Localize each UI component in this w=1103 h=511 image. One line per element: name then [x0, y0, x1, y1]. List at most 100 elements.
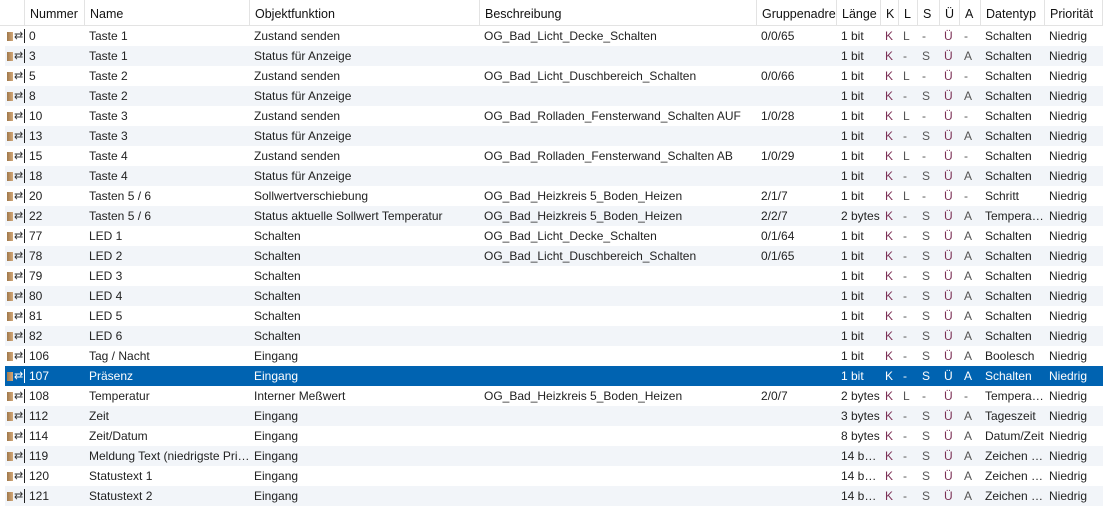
cell-beschreibung: [480, 166, 757, 186]
cell-datentyp: Schalten: [985, 329, 1032, 343]
table-row[interactable]: ⇄ 20 Tasten 5 / 6 Sollwertverschiebung OG_Ba…: [5, 186, 1103, 206]
cell-u: Ü: [944, 429, 953, 443]
cell-a: -: [964, 69, 968, 83]
table-row[interactable]: ⇄ 108 Temperatur Interner Meßwert OG_Bad_Hei…: [5, 386, 1103, 406]
column-header-icon[interactable]: [0, 0, 25, 25]
cell-objektfunktion: Schalten: [254, 249, 301, 263]
cell-s: S: [922, 489, 931, 503]
table-row[interactable]: ⇄ 80 LED 4 Schalten 1 bit K - S Ü A Schalten Niedri…: [5, 286, 1103, 306]
cell-datentyp: Zeichen (A...: [985, 489, 1045, 503]
column-header-k[interactable]: K: [881, 0, 899, 25]
group-object-icon: ⇄: [5, 146, 25, 166]
column-header-beschreibung[interactable]: Beschreibung: [480, 0, 757, 25]
cell-l: -: [903, 269, 907, 283]
cell-s: S: [922, 269, 931, 283]
table-row[interactable]: ⇄ 0 Taste 1 Zustand senden OG_Bad_Licht_Deck…: [5, 26, 1103, 46]
table-row[interactable]: ⇄ 112 Zeit Eingang 3 bytes K - S Ü A Tageszeit Nied…: [5, 406, 1103, 426]
cell-k: K: [885, 309, 894, 323]
cell-laenge: 1 bit: [841, 349, 864, 363]
table-row[interactable]: ⇄ 82 LED 6 Schalten 1 bit K - S Ü A Schalten Niedri…: [5, 326, 1103, 346]
cell-l: -: [903, 209, 907, 223]
cell-prioritaet: Niedrig: [1049, 429, 1088, 443]
cell-s: S: [922, 129, 931, 143]
table-row[interactable]: ⇄ 79 LED 3 Schalten 1 bit K - S Ü A Schalten Niedri…: [5, 266, 1103, 286]
cell-prioritaet: Niedrig: [1049, 449, 1088, 463]
cell-beschreibung: OG_Bad_Heizkreis 5_Boden_Heizen: [484, 189, 683, 203]
cell-s: -: [922, 109, 926, 123]
cell-objektfunktion: Schalten: [254, 289, 301, 303]
cell-gruppenadresse: [757, 366, 837, 386]
column-header-name[interactable]: Name: [85, 0, 250, 25]
cell-k: K: [885, 89, 894, 103]
column-header-prioritaet[interactable]: Priorität: [1045, 0, 1103, 25]
table-row[interactable]: ⇄ 81 LED 5 Schalten 1 bit K - S Ü A Schalten Niedri…: [5, 306, 1103, 326]
table-row[interactable]: ⇄ 8 Taste 2 Status für Anzeige 1 bit K - S Ü A Sch…: [5, 86, 1103, 106]
table-row[interactable]: ⇄ 5 Taste 2 Zustand senden OG_Bad_Licht_Dusc…: [5, 66, 1103, 86]
cell-datentyp: Tageszeit: [985, 409, 1036, 423]
table-row[interactable]: ⇄ 18 Taste 4 Status für Anzeige 1 bit K - S Ü A Sc…: [5, 166, 1103, 186]
table-row[interactable]: ⇄ 107 Präsenz Eingang 1 bit K - S Ü A Schalten Nied…: [5, 366, 1103, 386]
cell-k: K: [885, 169, 894, 183]
cell-beschreibung: [480, 366, 757, 386]
cell-l: -: [903, 309, 907, 323]
cell-gruppenadresse: [757, 166, 837, 186]
cell-datentyp: Schalten: [985, 129, 1032, 143]
column-header-l[interactable]: L: [899, 0, 918, 25]
table-row[interactable]: ⇄ 3 Taste 1 Status für Anzeige 1 bit K - S Ü A Sch…: [5, 46, 1103, 66]
cell-datentyp: Temperatu...: [985, 389, 1045, 403]
cell-laenge: 1 bit: [841, 109, 864, 123]
cell-beschreibung: [480, 266, 757, 286]
table-row[interactable]: ⇄ 78 LED 2 Schalten OG_Bad_Licht_Duschbereic…: [5, 246, 1103, 266]
cell-u: Ü: [944, 309, 953, 323]
cell-u: Ü: [944, 109, 953, 123]
cell-gruppenadresse: [757, 306, 837, 326]
table-row[interactable]: ⇄ 121 Statustext 2 Eingang 14 bytes K- SÜA Zeic…: [5, 486, 1103, 506]
cell-objektfunktion: Schalten: [254, 309, 301, 323]
cell-u: Ü: [944, 149, 953, 163]
cell-objektfunktion: Interner Meßwert: [254, 389, 346, 403]
table-row[interactable]: ⇄ 77 LED 1 Schalten OG_Bad_Licht_Decke_Schal…: [5, 226, 1103, 246]
column-header-a[interactable]: A: [960, 0, 981, 25]
cell-nummer: 82: [29, 329, 43, 343]
cell-objektfunktion: Eingang: [254, 489, 299, 503]
cell-l: -: [903, 489, 907, 503]
cell-u: Ü: [944, 169, 953, 183]
cell-nummer: 114: [29, 429, 49, 443]
column-header-s[interactable]: S: [918, 0, 940, 25]
table-row[interactable]: ⇄ 13 Taste 3 Status für Anzeige 1 bit K - S Ü A Sc…: [5, 126, 1103, 146]
cell-u: Ü: [944, 49, 953, 63]
table-header: Nummer Name Objektfunktion Beschreibung Grup…: [0, 0, 1103, 26]
column-header-objektfunktion[interactable]: Objektfunktion: [250, 0, 480, 25]
cell-laenge: 1 bit: [841, 169, 864, 183]
cell-k: K: [885, 269, 894, 283]
table-body: ⇄ 0 Taste 1 Zustand senden OG_Bad_Licht_Deck…: [0, 26, 1103, 506]
cell-k: K: [885, 429, 894, 443]
table-row[interactable]: ⇄ 10 Taste 3 Zustand senden OG_Bad_Rolladen_…: [5, 106, 1103, 126]
table-row[interactable]: ⇄ 15 Taste 4 Zustand senden OG_Bad_Rolladen_…: [5, 146, 1103, 166]
cell-beschreibung: OG_Bad_Heizkreis 5_Boden_Heizen: [484, 209, 683, 223]
cell-laenge: 1 bit: [841, 309, 864, 323]
table-row[interactable]: ⇄ 22 Tasten 5 / 6 Status aktuelle Sollwert …: [5, 206, 1103, 226]
cell-u: Ü: [944, 369, 953, 383]
column-header-gruppenadresse[interactable]: Gruppenadres: [757, 0, 837, 25]
column-header-u[interactable]: Ü: [940, 0, 960, 25]
cell-s: S: [922, 89, 931, 103]
column-header-nummer[interactable]: Nummer: [25, 0, 85, 25]
cell-datentyp: Zeichen (A...: [985, 469, 1045, 483]
cell-laenge: 2 bytes: [841, 209, 880, 223]
table-row[interactable]: ⇄ 114 Zeit/Datum Eingang 8 bytes K - S Ü A Datum/Z…: [5, 426, 1103, 446]
cell-a: -: [964, 29, 968, 43]
cell-prioritaet: Niedrig: [1049, 169, 1088, 183]
cell-a: -: [964, 389, 968, 403]
group-object-icon: ⇄: [5, 406, 25, 426]
table-row[interactable]: ⇄ 106 Tag / Nacht Eingang 1 bit K - S Ü A Boolesch…: [5, 346, 1103, 366]
cell-gruppenadresse: [757, 86, 837, 106]
table-row[interactable]: ⇄ 120 Statustext 1 Eingang 14 bytes K- SÜA Zeic…: [5, 466, 1103, 486]
column-header-datentyp[interactable]: Datentyp: [981, 0, 1045, 25]
group-object-icon: ⇄: [5, 386, 25, 406]
cell-datentyp: Schalten: [985, 269, 1032, 283]
cell-l: L: [903, 389, 910, 403]
cell-a: A: [964, 89, 973, 103]
column-header-laenge[interactable]: Länge: [837, 0, 881, 25]
table-row[interactable]: ⇄ 119 Meldung Text (niedrigste Prior... Ein…: [5, 446, 1103, 466]
